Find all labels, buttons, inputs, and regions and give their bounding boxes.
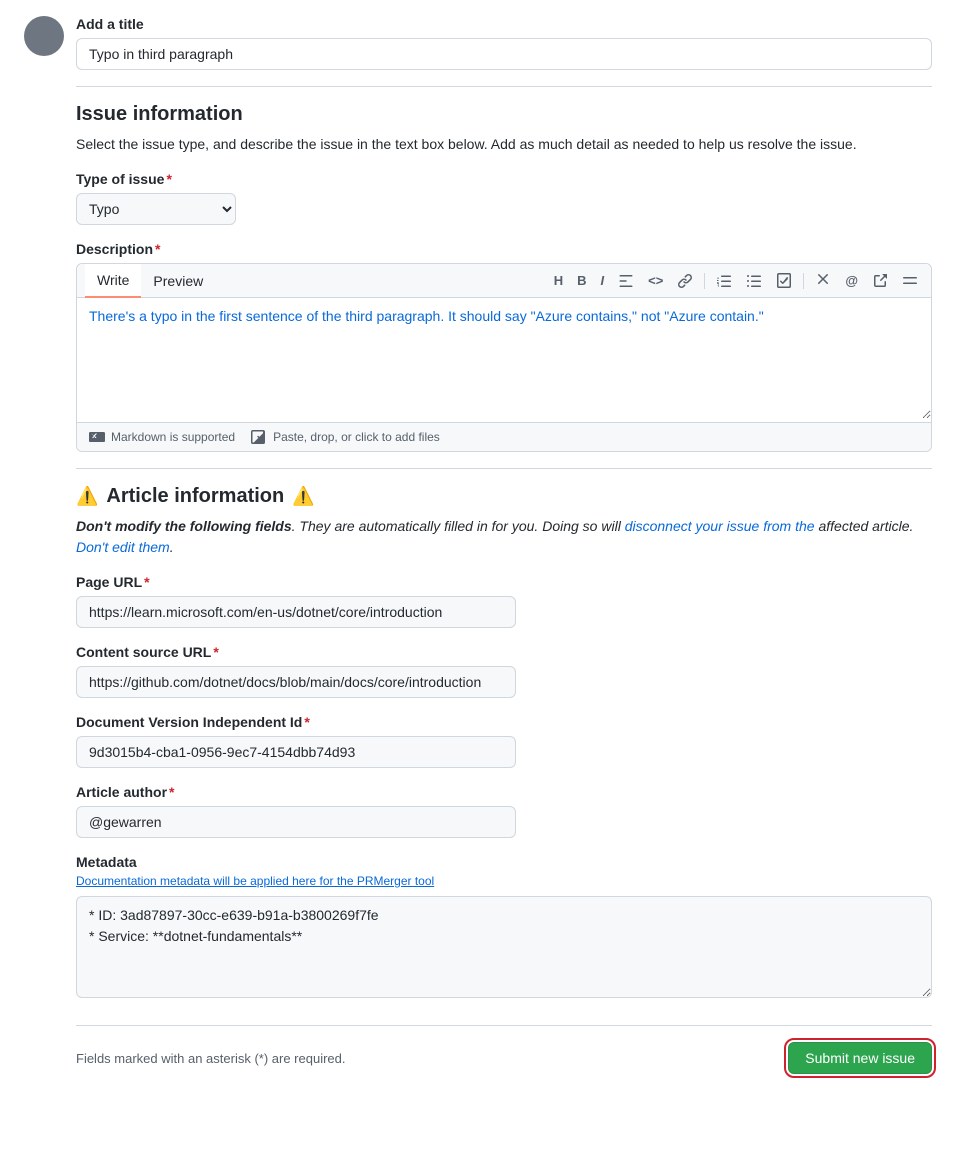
code-button[interactable]: <> xyxy=(643,269,668,292)
cross-ref-button[interactable] xyxy=(867,269,893,293)
attach-note[interactable]: Paste, drop, or click to add files xyxy=(251,429,440,445)
description-group: Description * Write Preview H B I <> xyxy=(76,241,932,452)
attach-button[interactable] xyxy=(810,269,836,293)
issue-information-title: Issue information xyxy=(76,103,932,126)
image-icon xyxy=(251,429,267,445)
ordered-list-button[interactable] xyxy=(711,269,737,293)
content-source-label: Content source URL * xyxy=(76,644,932,660)
metadata-link[interactable]: Documentation metadata will be applied h… xyxy=(76,874,932,888)
article-info-note: Don't modify the following fields. They … xyxy=(76,516,932,558)
write-tab[interactable]: Write xyxy=(85,264,141,298)
warning-right: ⚠️ xyxy=(292,486,314,507)
page-url-required: * xyxy=(144,574,149,590)
article-author-input[interactable] xyxy=(76,806,516,838)
quote-button[interactable] xyxy=(613,269,639,293)
metadata-section: Metadata Documentation metadata will be … xyxy=(76,854,932,1001)
page-url-group: Page URL * xyxy=(76,574,932,628)
doc-version-group: Document Version Independent Id * xyxy=(76,714,932,768)
close-button[interactable] xyxy=(897,269,923,293)
editor-footer: Markdown is supported Paste, drop, or cl… xyxy=(77,422,931,451)
type-of-issue-label: Type of issue * xyxy=(76,171,932,187)
article-info-header: ⚠️ Article information ⚠️ xyxy=(76,485,932,508)
section-divider-1 xyxy=(76,86,932,87)
issue-information-description: Select the issue type, and describe the … xyxy=(76,134,932,155)
description-label: Description * xyxy=(76,241,932,257)
preview-tab[interactable]: Preview xyxy=(141,265,215,297)
description-required-star: * xyxy=(155,241,160,257)
footer-row: Fields marked with an asterisk (*) are r… xyxy=(76,1025,932,1074)
section-divider-2 xyxy=(76,468,932,469)
metadata-label: Metadata xyxy=(76,854,932,870)
warning-left: ⚠️ xyxy=(76,486,98,507)
content-source-input[interactable] xyxy=(76,666,516,698)
title-input[interactable] xyxy=(76,38,932,70)
submit-button[interactable]: Submit new issue xyxy=(788,1042,932,1074)
article-information-title: Article information xyxy=(106,485,284,508)
toolbar-separator-2 xyxy=(803,273,804,289)
article-author-required: * xyxy=(169,784,174,800)
avatar xyxy=(24,16,64,56)
add-title-label: Add a title xyxy=(76,16,932,32)
mention-button[interactable]: @ xyxy=(840,269,863,292)
toolbar-separator-1 xyxy=(704,273,705,289)
page-url-input[interactable] xyxy=(76,596,516,628)
type-required-star: * xyxy=(166,171,171,187)
required-fields-note: Fields marked with an asterisk (*) are r… xyxy=(76,1051,346,1066)
description-textarea[interactable]: There's a typo in the first sentence of … xyxy=(77,298,931,419)
link-button[interactable] xyxy=(672,269,698,293)
task-list-button[interactable] xyxy=(771,269,797,293)
description-editor: Write Preview H B I <> xyxy=(76,263,932,452)
doc-version-required: * xyxy=(304,714,309,730)
italic-button[interactable]: I xyxy=(596,269,610,292)
markdown-icon xyxy=(89,429,105,445)
unordered-list-button[interactable] xyxy=(741,269,767,293)
content-source-required: * xyxy=(213,644,218,660)
markdown-note: Markdown is supported xyxy=(89,429,235,445)
editor-toolbar: H B I <> xyxy=(549,265,923,297)
heading-button[interactable]: H xyxy=(549,269,568,292)
article-author-label: Article author * xyxy=(76,784,932,800)
editor-tabs-bar: Write Preview H B I <> xyxy=(77,264,931,298)
content-source-group: Content source URL * xyxy=(76,644,932,698)
type-of-issue-select[interactable]: Typo Factual error Code error Unclear co… xyxy=(76,193,236,225)
page-url-label: Page URL * xyxy=(76,574,932,590)
type-of-issue-group: Type of issue * Typo Factual error Code … xyxy=(76,171,932,225)
article-author-group: Article author * xyxy=(76,784,932,838)
doc-version-label: Document Version Independent Id * xyxy=(76,714,932,730)
doc-version-input[interactable] xyxy=(76,736,516,768)
bold-button[interactable]: B xyxy=(572,269,591,292)
metadata-textarea[interactable]: * ID: 3ad87897-30cc-e639-b91a-b3800269f7… xyxy=(76,896,932,998)
